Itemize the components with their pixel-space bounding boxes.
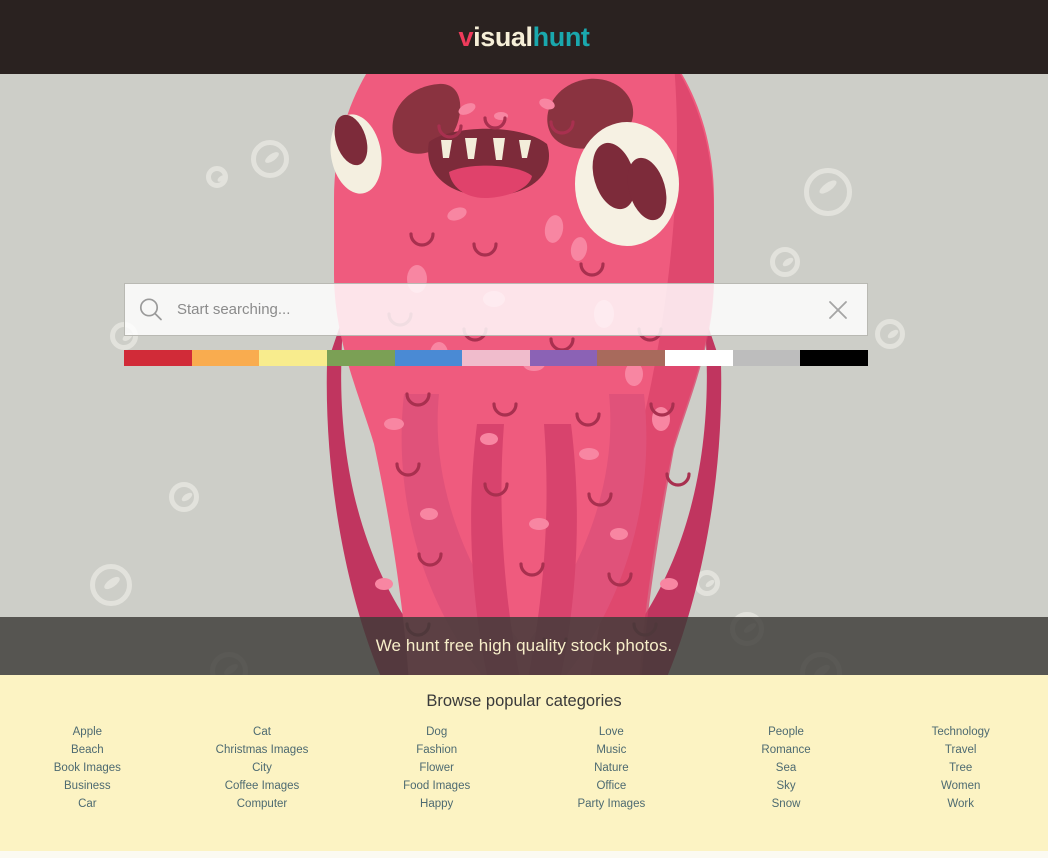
logo-part-hunt: hunt	[532, 21, 590, 52]
tagline-text: We hunt free high quality stock photos.	[375, 636, 673, 655]
bubble-icon	[169, 482, 199, 512]
category-link[interactable]: Beach	[0, 741, 175, 759]
tagline-band: We hunt free high quality stock photos.	[0, 617, 1048, 675]
category-link[interactable]: Fashion	[349, 741, 524, 759]
color-filter-row[interactable]	[124, 350, 869, 366]
category-link[interactable]: Nature	[524, 759, 699, 777]
category-link[interactable]: Car	[0, 795, 175, 813]
category-link[interactable]: Tree	[873, 759, 1048, 777]
category-column: Dog Fashion Flower Food Images Happy	[349, 723, 524, 813]
category-link[interactable]: Travel	[873, 741, 1048, 759]
category-link[interactable]: Office	[524, 777, 699, 795]
monster-illustration	[289, 74, 759, 675]
category-link[interactable]: Coffee Images	[175, 777, 350, 795]
monster-eye-right	[575, 122, 679, 246]
category-link[interactable]: Women	[873, 777, 1048, 795]
category-link[interactable]: Work	[873, 795, 1048, 813]
category-column: Love Music Nature Office Party Images	[524, 723, 699, 813]
color-swatch-black[interactable]	[800, 350, 869, 366]
category-link[interactable]: Sky	[699, 777, 874, 795]
color-swatch-purple[interactable]	[529, 350, 598, 366]
search-input[interactable]	[177, 284, 809, 335]
bubble-icon	[770, 247, 800, 277]
category-link[interactable]: Book Images	[0, 759, 175, 777]
bubble-icon	[804, 168, 852, 216]
category-link[interactable]: Music	[524, 741, 699, 759]
site-logo[interactable]: visualhunt	[458, 22, 589, 53]
color-swatch-red[interactable]	[124, 350, 192, 366]
bubble-icon	[251, 140, 289, 178]
color-swatch-orange[interactable]	[191, 350, 260, 366]
bubble-icon	[90, 564, 132, 606]
footer-strip	[0, 851, 1048, 858]
category-link[interactable]: Happy	[349, 795, 524, 813]
logo-part-v: v	[458, 21, 474, 52]
color-swatch-blue[interactable]	[394, 350, 463, 366]
category-link[interactable]: Love	[524, 723, 699, 741]
category-link[interactable]: Romance	[699, 741, 874, 759]
close-icon[interactable]	[809, 283, 867, 336]
color-swatch-brown[interactable]	[597, 350, 666, 366]
search-icon	[125, 283, 177, 336]
site-header: visualhunt	[0, 0, 1048, 74]
bubble-icon	[875, 319, 905, 349]
categories-columns: Apple Beach Book Images Business Car Cat Chris…	[0, 723, 1048, 813]
category-link[interactable]: City	[175, 759, 350, 777]
categories-title: Browse popular categories	[426, 692, 622, 710]
category-link[interactable]: Sea	[699, 759, 874, 777]
hero-section	[0, 74, 1048, 675]
color-swatch-pink[interactable]	[462, 350, 530, 366]
category-column: Technology Travel Tree Women Work	[873, 723, 1048, 813]
color-swatch-gray[interactable]	[732, 350, 801, 366]
categories-section: Browse popular categories Apple Beach Book…	[0, 675, 1048, 851]
color-swatch-green[interactable]	[326, 350, 395, 366]
logo-part-isual: isual	[473, 21, 533, 52]
category-link[interactable]: Food Images	[349, 777, 524, 795]
category-link[interactable]: Dog	[349, 723, 524, 741]
category-column: Apple Beach Book Images Business Car	[0, 723, 175, 813]
category-link[interactable]: Christmas Images	[175, 741, 350, 759]
color-swatch-yellow[interactable]	[259, 350, 327, 366]
category-link[interactable]: Party Images	[524, 795, 699, 813]
category-link[interactable]: Cat	[175, 723, 350, 741]
category-column: People Romance Sea Sky Snow	[699, 723, 874, 813]
bubble-icon	[206, 166, 228, 188]
category-link[interactable]: Business	[0, 777, 175, 795]
category-link[interactable]: People	[699, 723, 874, 741]
category-link[interactable]: Technology	[873, 723, 1048, 741]
category-column: Cat Christmas Images City Coffee Images Comp…	[175, 723, 350, 813]
category-link[interactable]: Snow	[699, 795, 874, 813]
category-link[interactable]: Apple	[0, 723, 175, 741]
color-swatch-white[interactable]	[665, 350, 733, 366]
category-link[interactable]: Computer	[175, 795, 350, 813]
search-bar[interactable]	[124, 283, 868, 336]
category-link[interactable]: Flower	[349, 759, 524, 777]
